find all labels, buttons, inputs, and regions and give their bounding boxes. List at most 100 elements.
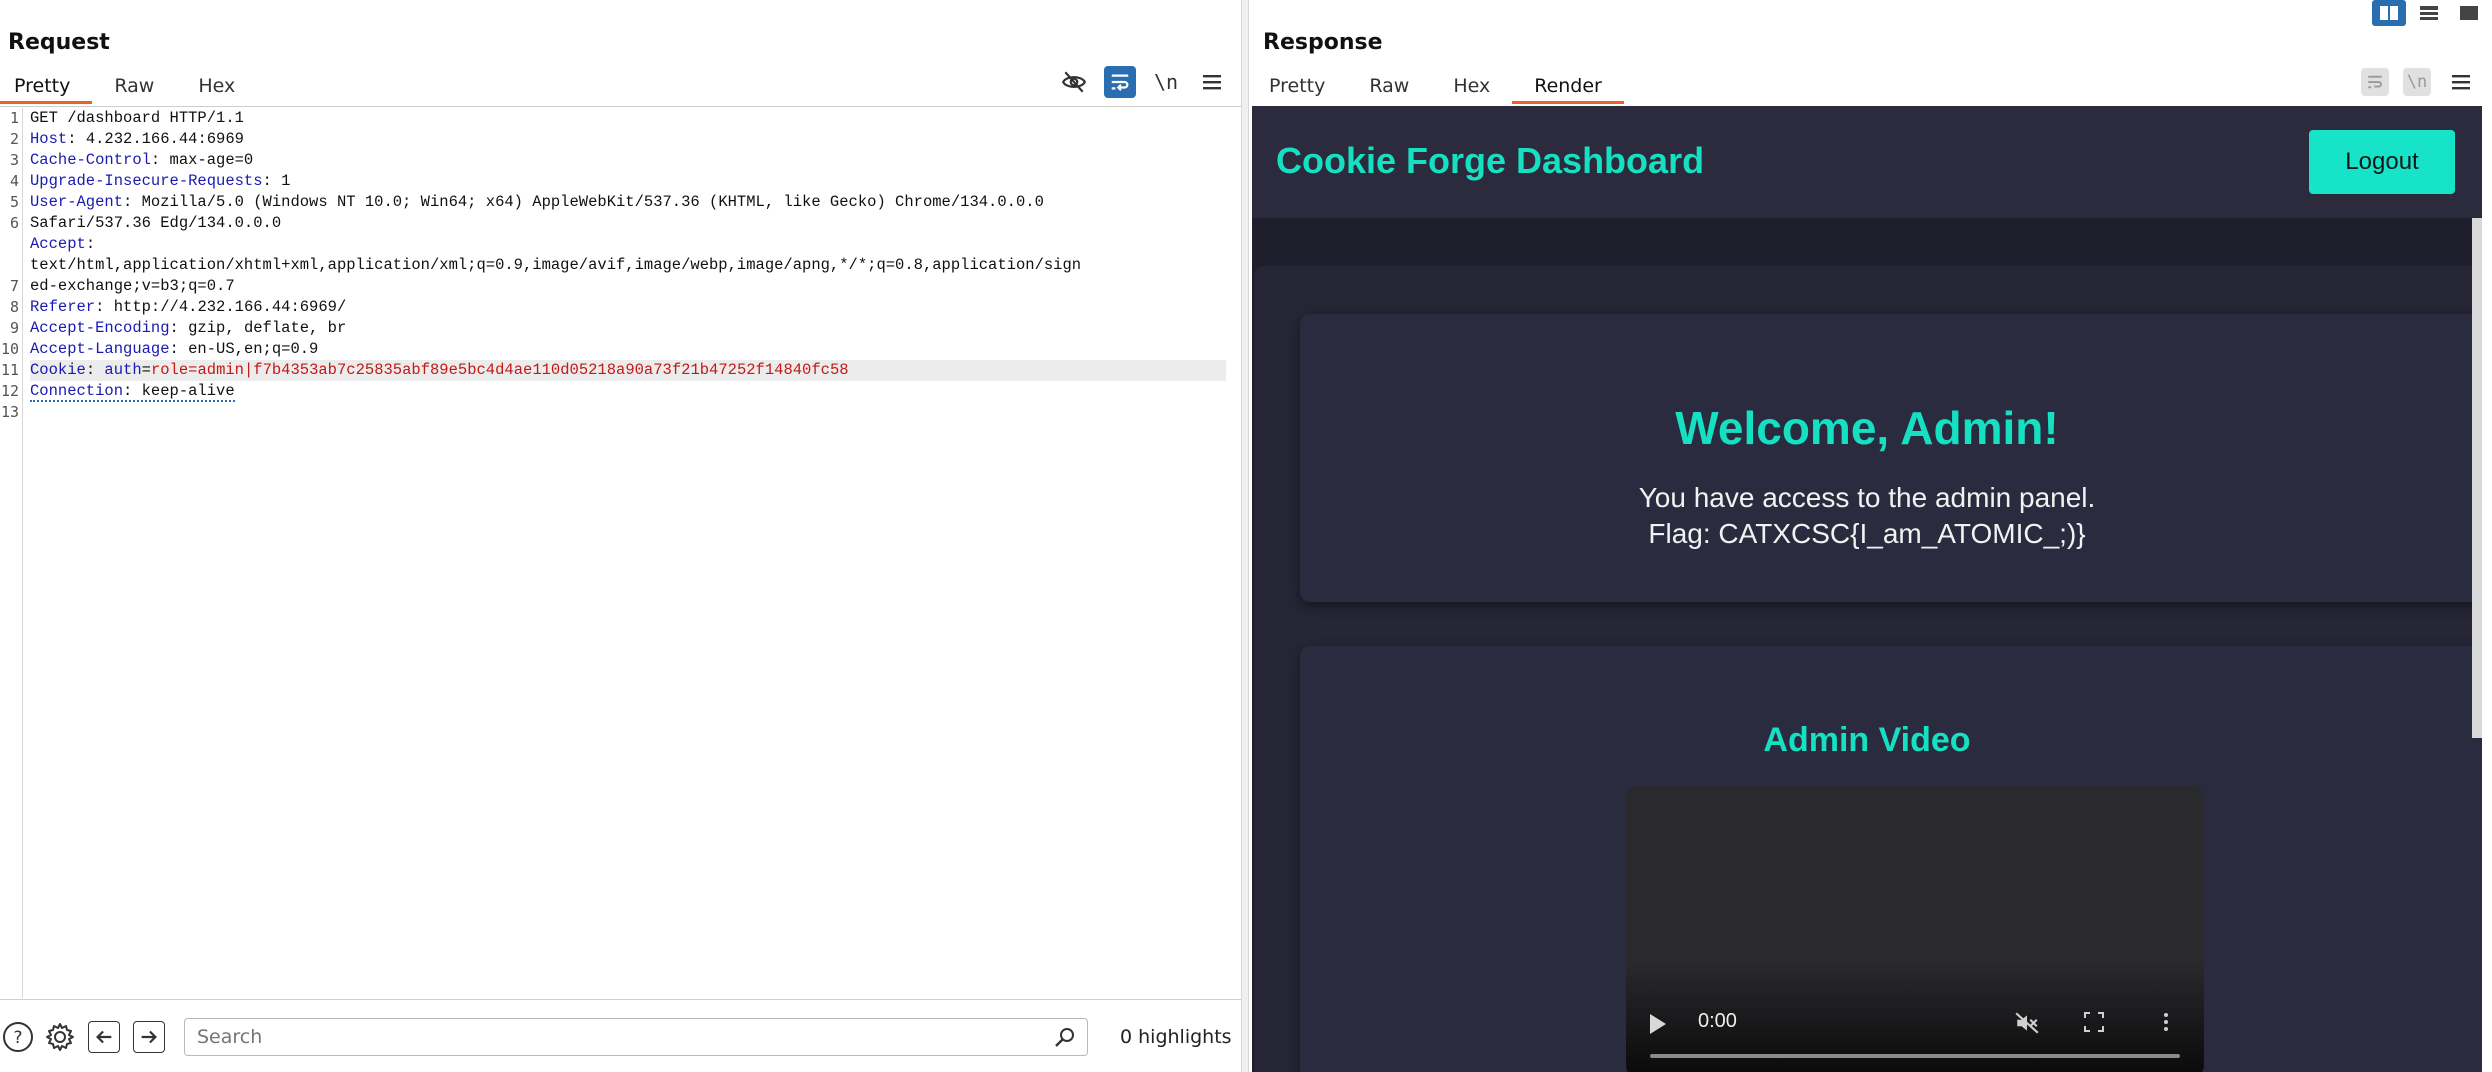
line-number: 2 — [9, 130, 19, 148]
line-number: 13 — [0, 403, 19, 421]
site-header: Cookie Forge Dashboard Logout — [1252, 106, 2482, 218]
help-icon[interactable]: ? — [2, 1021, 34, 1053]
request-pane: Request Pretty Raw Hex \n 1 2 3 4 5 6 7 … — [0, 0, 1241, 1072]
newline-toggle-icon[interactable]: \n — [1150, 66, 1182, 98]
pane-divider[interactable] — [1241, 0, 1249, 1072]
svg-text:?: ? — [13, 1028, 22, 1048]
newline-toggle-icon[interactable]: \n — [2403, 68, 2431, 96]
render-scrollbar[interactable] — [2472, 218, 2482, 738]
video-time: 0:00 — [1698, 1010, 1737, 1032]
header-value: : keep-alive — [123, 382, 235, 400]
line-number — [0, 255, 22, 276]
request-line: Safari/537.36 Edg/134.0.0.0 — [30, 213, 1226, 234]
header-value: : — [85, 235, 96, 253]
request-tab-raw[interactable]: Raw — [92, 70, 176, 104]
header-sep: : — [85, 361, 105, 379]
split-vertical-icon[interactable] — [2412, 0, 2446, 26]
line-number-gutter: 1 2 3 4 5 6 7 8 9 10 11 12 13 — [0, 108, 23, 998]
request-code[interactable]: GET /dashboard HTTP/1.1 Host: 4.232.166.… — [30, 108, 1226, 444]
search-bar: ? 0 highlights — [0, 999, 1241, 1072]
header-value: : en-US,en;q=0.9 — [169, 340, 319, 358]
forward-arrow-icon[interactable] — [133, 1021, 165, 1053]
wrap-lines-icon[interactable] — [1104, 66, 1136, 98]
request-line: GET /dashboard HTTP/1.1 — [30, 108, 1226, 129]
header-key: Referer — [30, 298, 96, 316]
fullscreen-icon[interactable] — [2082, 1010, 2108, 1036]
flag-text: Flag: CATXCSC{I_am_ATOMIC_;)} — [1648, 518, 2086, 549]
response-tab-render[interactable]: Render — [1512, 70, 1624, 104]
request-line: Host: 4.232.166.44:6969 — [30, 129, 1226, 150]
response-tab-hex[interactable]: Hex — [1431, 70, 1512, 104]
header-key: User-Agent — [30, 193, 124, 211]
welcome-heading: Welcome, Admin! — [1675, 402, 2059, 454]
request-line-empty — [30, 402, 1226, 423]
menu-icon[interactable] — [1196, 66, 1228, 98]
request-line: Accept-Language: en-US,en;q=0.9 — [30, 339, 1226, 360]
response-tab-pretty[interactable]: Pretty — [1249, 70, 1347, 104]
single-view-icon[interactable] — [2452, 0, 2486, 26]
header-key: Accept-Encoding — [30, 319, 170, 337]
line-number: 10 — [0, 340, 19, 358]
request-title: Request — [8, 30, 110, 55]
header-key: Accept-Language — [30, 340, 170, 358]
welcome-card — [1300, 314, 2482, 602]
more-options-icon[interactable] — [2154, 1010, 2180, 1036]
header-value: : http://4.232.166.44:6969/ — [95, 298, 347, 316]
header-value: Safari/537.36 Edg/134.0.0.0 — [30, 214, 282, 232]
response-tabs: Pretty Raw Hex Render — [1249, 70, 1624, 106]
back-arrow-icon[interactable] — [88, 1021, 120, 1053]
request-line: Accept-Encoding: gzip, deflate, br — [30, 318, 1226, 339]
rendered-page: Cookie Forge Dashboard Logout Welcome, A… — [1252, 106, 2482, 1072]
request-line: Referer: http://4.232.166.44:6969/ — [30, 297, 1226, 318]
header-value: : gzip, deflate, br — [169, 319, 347, 337]
response-toolbar: \n — [2361, 66, 2477, 98]
video-heading: Admin Video — [1763, 721, 1971, 759]
line-number: 3 — [9, 151, 19, 169]
logout-button[interactable]: Logout — [2309, 130, 2455, 194]
request-toolbar: \n — [1058, 66, 1228, 98]
request-line: Connection: keep-alive — [30, 381, 1226, 402]
search-input[interactable] — [185, 1019, 1039, 1055]
search-icon[interactable] — [1053, 1025, 1077, 1053]
header-key: Cache-Control — [30, 151, 151, 169]
line-number: 12 — [0, 382, 19, 400]
split-horizontal-icon[interactable] — [2372, 0, 2406, 26]
video-controls: 0:00 — [1626, 996, 2204, 1072]
line-number: 5 — [9, 193, 19, 211]
access-text: You have access to the admin panel. — [1638, 482, 2096, 513]
request-tab-hex[interactable]: Hex — [176, 70, 257, 104]
header-key: Cookie — [30, 361, 86, 379]
line-number: 1 — [9, 109, 19, 127]
request-tabs: Pretty Raw Hex — [0, 70, 257, 106]
cookie-value: role=admin|f7b4353ab7c25835abf89e5bc4d4a… — [150, 361, 849, 379]
hide-eye-icon[interactable] — [1058, 66, 1090, 98]
line-number: 6 — [9, 214, 19, 232]
line-number: 7 — [9, 277, 19, 295]
header-value: text/html,application/xhtml+xml,applicat… — [30, 256, 1082, 274]
layout-switcher — [2372, 0, 2486, 26]
request-line-text: GET /dashboard HTTP/1.1 — [30, 109, 244, 127]
response-title: Response — [1263, 30, 1383, 55]
mute-icon[interactable] — [2014, 1010, 2040, 1036]
highlights-count: 0 highlights — [1120, 1026, 1232, 1048]
menu-icon[interactable] — [2445, 66, 2477, 98]
settings-gear-icon[interactable] — [44, 1021, 76, 1053]
request-line: text/html,application/xhtml+xml,applicat… — [30, 255, 1226, 276]
header-key: Host — [30, 130, 68, 148]
cookie-eq: = — [141, 361, 151, 379]
response-tab-raw[interactable]: Raw — [1347, 70, 1431, 104]
play-icon[interactable] — [1650, 1014, 1666, 1034]
header-value: : 1 — [262, 172, 291, 190]
request-tab-pretty[interactable]: Pretty — [0, 70, 93, 104]
header-value: ed-exchange;v=b3;q=0.7 — [30, 277, 235, 295]
header-value: : 4.232.166.44:6969 — [67, 130, 244, 148]
header-value: : Mozilla/5.0 (Windows NT 10.0; Win64; x… — [123, 193, 1044, 211]
request-line: Upgrade-Insecure-Requests: 1 — [30, 171, 1226, 192]
video-progress-track[interactable] — [1650, 1054, 2180, 1058]
request-line-cookie: Cookie: auth=role=admin|f7b4353ab7c25835… — [30, 360, 1226, 381]
video-player[interactable]: 0:00 — [1626, 786, 2204, 1072]
header-value: : max-age=0 — [150, 151, 254, 169]
request-line: ed-exchange;v=b3;q=0.7 — [30, 276, 1226, 297]
request-line: User-Agent: Mozilla/5.0 (Windows NT 10.0… — [30, 192, 1226, 213]
wrap-lines-icon[interactable] — [2361, 68, 2389, 96]
